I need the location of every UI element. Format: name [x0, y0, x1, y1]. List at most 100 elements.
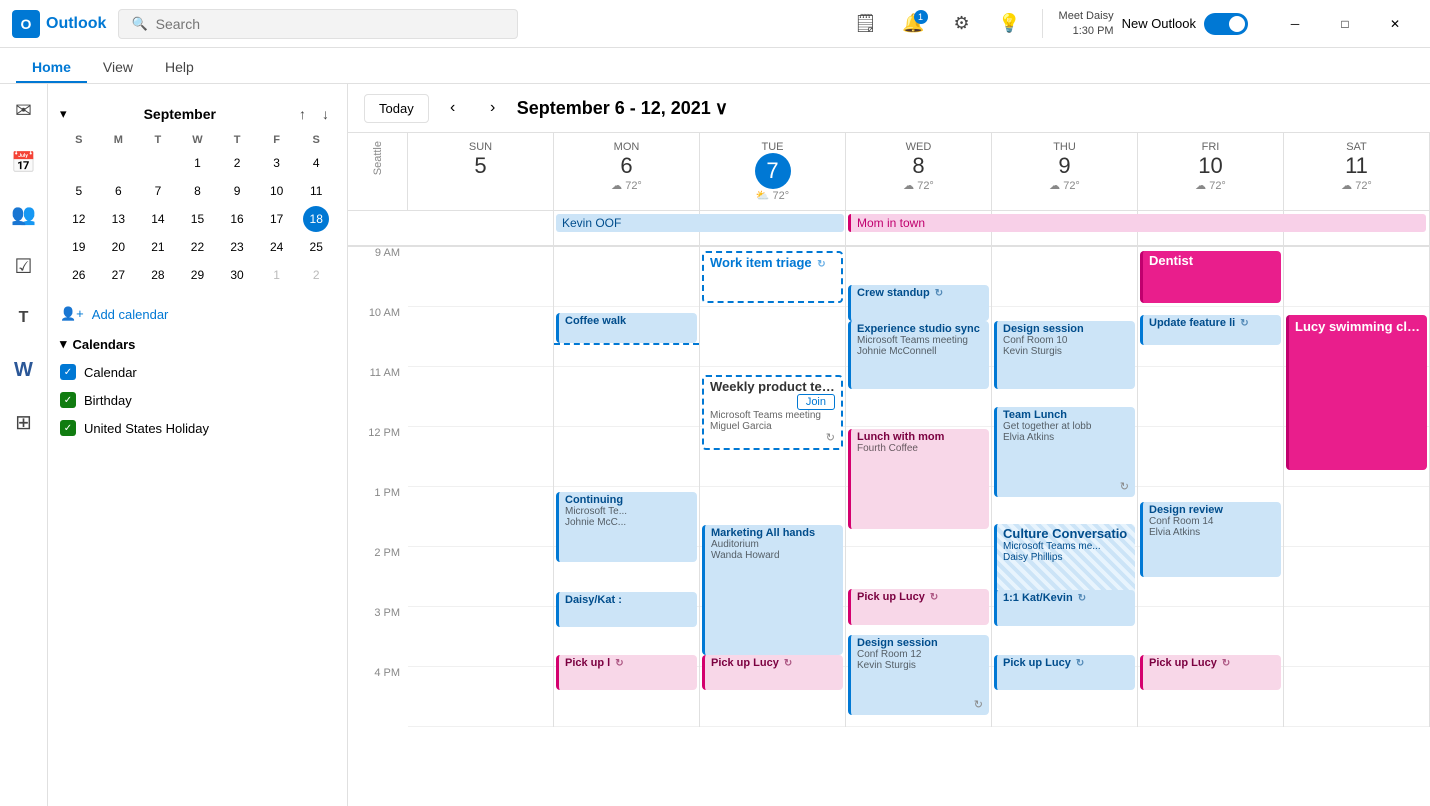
search-bar[interactable]: 🔍 — [118, 9, 518, 39]
event-pickup-lucy-wed[interactable]: Pick up Lucy ↻ — [848, 589, 989, 625]
next-week-button[interactable]: › — [477, 92, 509, 124]
mini-cal-day[interactable]: 27 — [105, 262, 131, 288]
nav-teams-icon[interactable]: T — [6, 300, 42, 336]
nav-tasks-icon[interactable]: ☑ — [6, 248, 42, 284]
mini-cal-day[interactable]: 5 — [66, 178, 92, 204]
minimize-button[interactable]: ─ — [1272, 8, 1318, 40]
event-dentist[interactable]: Dentist — [1140, 251, 1281, 303]
mini-cal-day[interactable]: 15 — [184, 206, 210, 232]
tab-help[interactable]: Help — [149, 53, 210, 83]
nav-people-icon[interactable]: 👥 — [6, 196, 42, 232]
join-button[interactable]: Join — [797, 394, 835, 410]
event-crew-standup[interactable]: Crew standup ↻ — [848, 285, 989, 321]
prev-week-button[interactable]: ‹ — [437, 92, 469, 124]
mini-cal-collapse[interactable]: ▾ — [60, 106, 67, 122]
mini-cal-day[interactable] — [105, 150, 131, 176]
mini-cal-day[interactable]: 8 — [184, 178, 210, 204]
mini-cal-day[interactable]: 3 — [264, 150, 290, 176]
mini-cal-day[interactable]: 4 — [303, 150, 329, 176]
mini-cal-day[interactable]: 22 — [184, 234, 210, 260]
mini-cal-day[interactable]: 2 — [224, 150, 250, 176]
search-input[interactable] — [156, 16, 506, 32]
mini-cal-day[interactable]: 1 — [184, 150, 210, 176]
mini-cal-day[interactable] — [145, 150, 171, 176]
mini-cal-day[interactable]: 12 — [66, 206, 92, 232]
settings-icon[interactable]: ⚙ — [946, 8, 978, 40]
mini-cal-day[interactable]: 1 — [264, 262, 290, 288]
event-lucy-swimming[interactable]: Lucy swimming class — [1286, 315, 1427, 470]
allday-event-kevin-oof[interactable]: Kevin OOF — [556, 214, 844, 232]
weather-fri: ☁ 72° — [1142, 179, 1279, 192]
event-work-item-triage[interactable]: Work item triage ↻ — [702, 251, 843, 303]
mini-cal-day[interactable]: 30 — [224, 262, 250, 288]
add-calendar-button[interactable]: 👤+ Add calendar — [48, 300, 347, 328]
nav-apps-icon[interactable]: ⊞ — [6, 404, 42, 440]
mini-cal-day[interactable]: 21 — [145, 234, 171, 260]
event-marketing-allhands[interactable]: Marketing All hands Auditorium Wanda How… — [702, 525, 843, 655]
calendar-item-calendar[interactable]: ✓ Calendar — [48, 360, 347, 384]
mini-cal-prev[interactable]: ↑ — [293, 104, 312, 124]
mini-cal-day[interactable]: 29 — [184, 262, 210, 288]
help-icon[interactable]: 💡 — [994, 8, 1026, 40]
nav-tabs: Home View Help — [0, 48, 1430, 84]
calendar-item-us-holiday[interactable]: ✓ United States Holiday — [48, 416, 347, 440]
event-pickup-lucy-fri[interactable]: Pick up Lucy ↻ — [1140, 655, 1281, 690]
close-button[interactable]: ✕ — [1372, 8, 1418, 40]
event-team-lunch[interactable]: Team Lunch Get together at lobb Elvia At… — [994, 407, 1135, 497]
mini-cal-day[interactable]: 17 — [264, 206, 290, 232]
today-button[interactable]: Today — [364, 94, 429, 123]
mini-cal-day[interactable]: 13 — [105, 206, 131, 232]
event-continuing[interactable]: Continuing Microsoft Te... Johnie McC... — [556, 492, 697, 562]
event-1on1-kat-kevin[interactable]: 1:1 Kat/Kevin ↻ — [994, 590, 1135, 626]
mini-cal-day[interactable]: 16 — [224, 206, 250, 232]
event-design-session-thu[interactable]: Design session Conf Room 10 Kevin Sturgi… — [994, 321, 1135, 389]
calendar-item-birthday[interactable]: ✓ Birthday — [48, 388, 347, 412]
mini-cal-today[interactable]: 18 — [303, 206, 329, 232]
event-daisy-kat[interactable]: Daisy/Kat : — [556, 592, 697, 627]
calendars-section-header[interactable]: ▾ Calendars — [48, 332, 347, 356]
event-pickup-l-mon[interactable]: Pick up l ↻ — [556, 655, 697, 690]
mini-cal-day[interactable]: 11 — [303, 178, 329, 204]
event-design-review[interactable]: Design review Conf Room 14 Elvia Atkins — [1140, 502, 1281, 577]
mini-cal-day[interactable]: 24 — [264, 234, 290, 260]
mini-cal-day[interactable]: 2 — [303, 262, 329, 288]
event-title: 1:1 Kat/Kevin ↻ — [1003, 592, 1129, 604]
notifications-icon[interactable]: 🔔 1 — [898, 8, 930, 40]
nav-word-icon[interactable]: W — [6, 352, 42, 388]
new-outlook-toggle[interactable] — [1204, 13, 1248, 35]
event-weekly-product-sync[interactable]: Weekly product team sync Join Microsoft … — [702, 375, 843, 450]
date-range-label[interactable]: September 6 - 12, 2021 ∨ — [517, 98, 728, 119]
mini-cal-day[interactable]: 9 — [224, 178, 250, 204]
event-update-feature-li[interactable]: Update feature li ↻ — [1140, 315, 1281, 345]
allday-event-mom-in-town[interactable]: Mom in town — [848, 214, 1426, 232]
mini-cal-next[interactable]: ↓ — [316, 104, 335, 124]
mini-cal-day[interactable]: 26 — [66, 262, 92, 288]
mini-cal-day[interactable]: 20 — [105, 234, 131, 260]
tab-home[interactable]: Home — [16, 53, 87, 83]
mini-cal-title[interactable]: September — [144, 106, 216, 122]
event-lunch-with-mom[interactable]: Lunch with mom Fourth Coffee — [848, 429, 989, 529]
mini-cal-day[interactable]: 23 — [224, 234, 250, 260]
event-experience-studio-sync[interactable]: Experience studio sync Microsoft Teams m… — [848, 321, 989, 389]
event-coffee-walk[interactable]: Coffee walk — [556, 313, 697, 343]
hour-15 — [408, 607, 553, 667]
mini-cal-day[interactable]: 25 — [303, 234, 329, 260]
col-header-sat: SAT 11 ☁ 72° — [1284, 133, 1430, 210]
mini-cal-day[interactable]: 19 — [66, 234, 92, 260]
event-pickup-lucy-thu[interactable]: Pick up Lucy ↻ — [994, 655, 1135, 690]
event-culture-conversation[interactable]: Culture Conversatio Microsoft Teams me..… — [994, 524, 1135, 599]
event-design-session-wed[interactable]: Design session Conf Room 12 Kevin Sturgi… — [848, 635, 989, 715]
mini-cal-day[interactable] — [66, 150, 92, 176]
seattle-label: Seattle — [372, 141, 384, 175]
mini-cal-day[interactable]: 14 — [145, 206, 171, 232]
nav-calendar-icon[interactable]: 📅 — [6, 144, 42, 180]
mini-cal-day[interactable]: 10 — [264, 178, 290, 204]
event-pickup-lucy-tue[interactable]: Pick up Lucy ↻ — [702, 655, 843, 690]
maximize-button[interactable]: □ — [1322, 8, 1368, 40]
nav-mail-icon[interactable]: ✉ — [6, 92, 42, 128]
mini-cal-day[interactable]: 7 — [145, 178, 171, 204]
tab-view[interactable]: View — [87, 53, 149, 83]
mini-cal-day[interactable]: 28 — [145, 262, 171, 288]
mini-cal-day[interactable]: 6 — [105, 178, 131, 204]
sticky-notes-icon[interactable]: 🗒 — [850, 8, 882, 40]
